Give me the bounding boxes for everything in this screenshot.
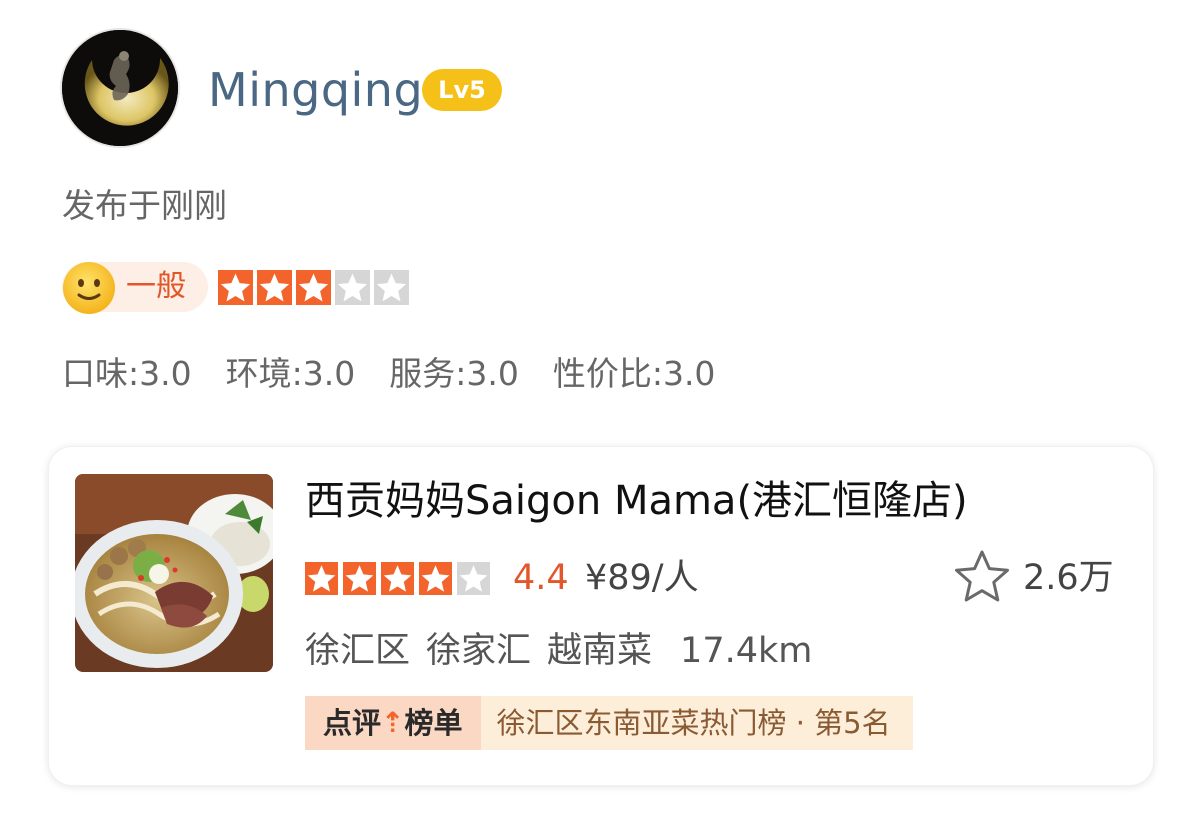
- review-post: Mingqing Lv5 发布于刚刚 一般 口味:3.0 环境:3.0 服务:3…: [0, 0, 1200, 827]
- user-avatar[interactable]: [60, 28, 180, 148]
- shop-star-rating: [305, 562, 495, 595]
- up-arrow-icon: ⇡: [381, 706, 405, 739]
- rank-text: 徐汇区东南亚菜热门榜 · 第5名: [480, 696, 913, 750]
- rank-brand-logo: 点评 ⇡ 榜单: [305, 696, 481, 750]
- username[interactable]: Mingqing: [208, 58, 423, 122]
- shop-star-1-filled: [305, 562, 338, 595]
- overall-star-3-filled: [296, 270, 331, 305]
- shop-distance: 17.4km: [680, 631, 813, 671]
- neutral-smiley-icon: [63, 262, 115, 314]
- overall-star-2-filled: [257, 270, 292, 305]
- shop-star-4-filled: [419, 562, 452, 595]
- subscore-service: 服务:3.0: [389, 354, 519, 393]
- level-badge: Lv5: [422, 69, 502, 111]
- shop-cuisine: 越南菜: [547, 631, 653, 671]
- shop-score: 4.4: [513, 558, 569, 598]
- mood-pill: 一般: [62, 262, 208, 314]
- subscore-value: 性价比:3.0: [552, 354, 716, 393]
- mood-label: 一般: [126, 269, 186, 304]
- rank-brand-right: 榜单: [404, 706, 463, 740]
- shop-district: 徐汇区: [305, 631, 411, 671]
- overall-star-4-empty: [335, 270, 370, 305]
- rank-banner[interactable]: 点评 ⇡ 榜单 徐汇区东南亚菜热门榜 · 第5名: [305, 696, 913, 750]
- shop-card[interactable]: 西贡妈妈Saigon Mama(港汇恒隆店) 4.4 ¥89/人 2.6万 徐汇…: [48, 446, 1154, 786]
- shop-area: 徐家汇: [426, 631, 532, 671]
- shop-star-3-filled: [381, 562, 414, 595]
- favorite-count: 2.6万: [1023, 558, 1114, 598]
- overall-star-rating: [218, 270, 413, 305]
- shop-price: ¥89/人: [585, 558, 699, 598]
- shop-star-2-filled: [343, 562, 376, 595]
- overall-star-5-empty: [374, 270, 409, 305]
- star-outline-icon[interactable]: [952, 547, 1012, 607]
- subscore-environment: 环境:3.0: [225, 354, 356, 393]
- shop-name[interactable]: 西贡妈妈Saigon Mama(港汇恒隆店): [305, 473, 968, 529]
- post-time: 发布于刚刚: [62, 186, 227, 225]
- rank-brand-left: 点评: [323, 706, 382, 740]
- shop-photo[interactable]: [75, 474, 273, 672]
- overall-star-1-filled: [218, 270, 253, 305]
- subscores: 口味:3.0 环境:3.0 服务:3.0 性价比:3.0: [62, 350, 749, 398]
- shop-star-5-empty: [457, 562, 490, 595]
- subscore-taste: 口味:3.0: [62, 354, 192, 393]
- shop-meta: 徐汇区 徐家汇 越南菜 17.4km: [305, 627, 828, 675]
